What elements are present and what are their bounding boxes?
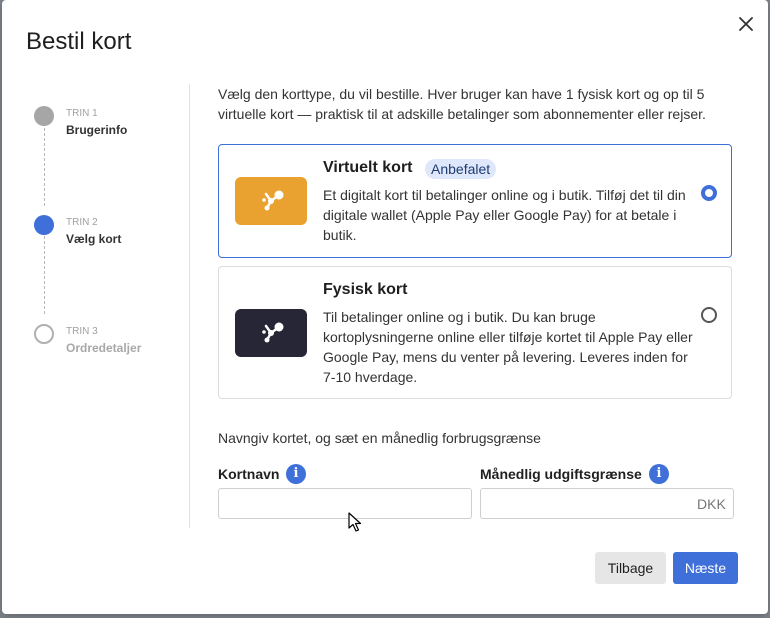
card-title: Virtuelt kort (323, 159, 413, 176)
order-card-modal: Bestil kort TRIN 1 Brugerinfo TRIN 2 Væl… (2, 0, 768, 614)
card-logo-icon (262, 190, 284, 211)
step-indicator-todo (34, 324, 54, 344)
close-icon (739, 17, 753, 31)
stepper: TRIN 1 Brugerinfo TRIN 2 Vælg kort TRIN … (2, 80, 190, 528)
virtual-card-image (235, 177, 307, 225)
step-label: Brugerinfo (66, 123, 128, 137)
virtual-card-option[interactable]: Virtuelt kort Anbefalet Et digitalt kort… (218, 144, 732, 258)
physical-card-image (235, 309, 307, 357)
card-logo-icon (262, 322, 284, 343)
step-indicator-active (34, 215, 54, 235)
recommended-badge: Anbefalet (425, 159, 497, 179)
physical-card-radio[interactable] (701, 307, 717, 323)
step-number: TRIN 1 (66, 108, 98, 119)
divider (189, 84, 190, 528)
monthly-limit-input[interactable] (480, 488, 734, 519)
step-label: Vælg kort (66, 232, 122, 246)
card-name-label: Kortnavn (218, 466, 280, 482)
form-intro: Navngiv kortet, og sæt en månedlig forbr… (218, 430, 541, 446)
monthly-limit-label: Månedlig udgiftsgrænse (480, 466, 642, 482)
card-description: Et digitalt kort til betalinger online o… (323, 187, 686, 243)
mouse-cursor-icon (348, 512, 362, 532)
back-button[interactable]: Tilbage (595, 552, 666, 584)
card-description: Til betalinger online og i butik. Du kan… (323, 309, 693, 385)
next-button[interactable]: Næste (673, 552, 738, 584)
info-icon[interactable]: i (286, 464, 306, 484)
card-title: Fysisk kort (323, 281, 408, 298)
modal-title: Bestil kort (26, 28, 132, 55)
intro-text: Vælg den korttype, du vil bestille. Hver… (218, 86, 706, 122)
card-name-input[interactable] (218, 488, 472, 519)
info-icon[interactable]: i (649, 464, 669, 484)
virtual-card-radio[interactable] (701, 185, 717, 201)
step-label: Ordredetaljer (66, 341, 142, 355)
currency-suffix: DKK (697, 496, 726, 512)
step-indicator-done (34, 106, 54, 126)
step-number: TRIN 3 (66, 326, 98, 337)
physical-card-option[interactable]: Fysisk kort Til betalinger online og i b… (218, 266, 732, 399)
step-number: TRIN 2 (66, 217, 98, 228)
close-button[interactable] (732, 10, 760, 38)
